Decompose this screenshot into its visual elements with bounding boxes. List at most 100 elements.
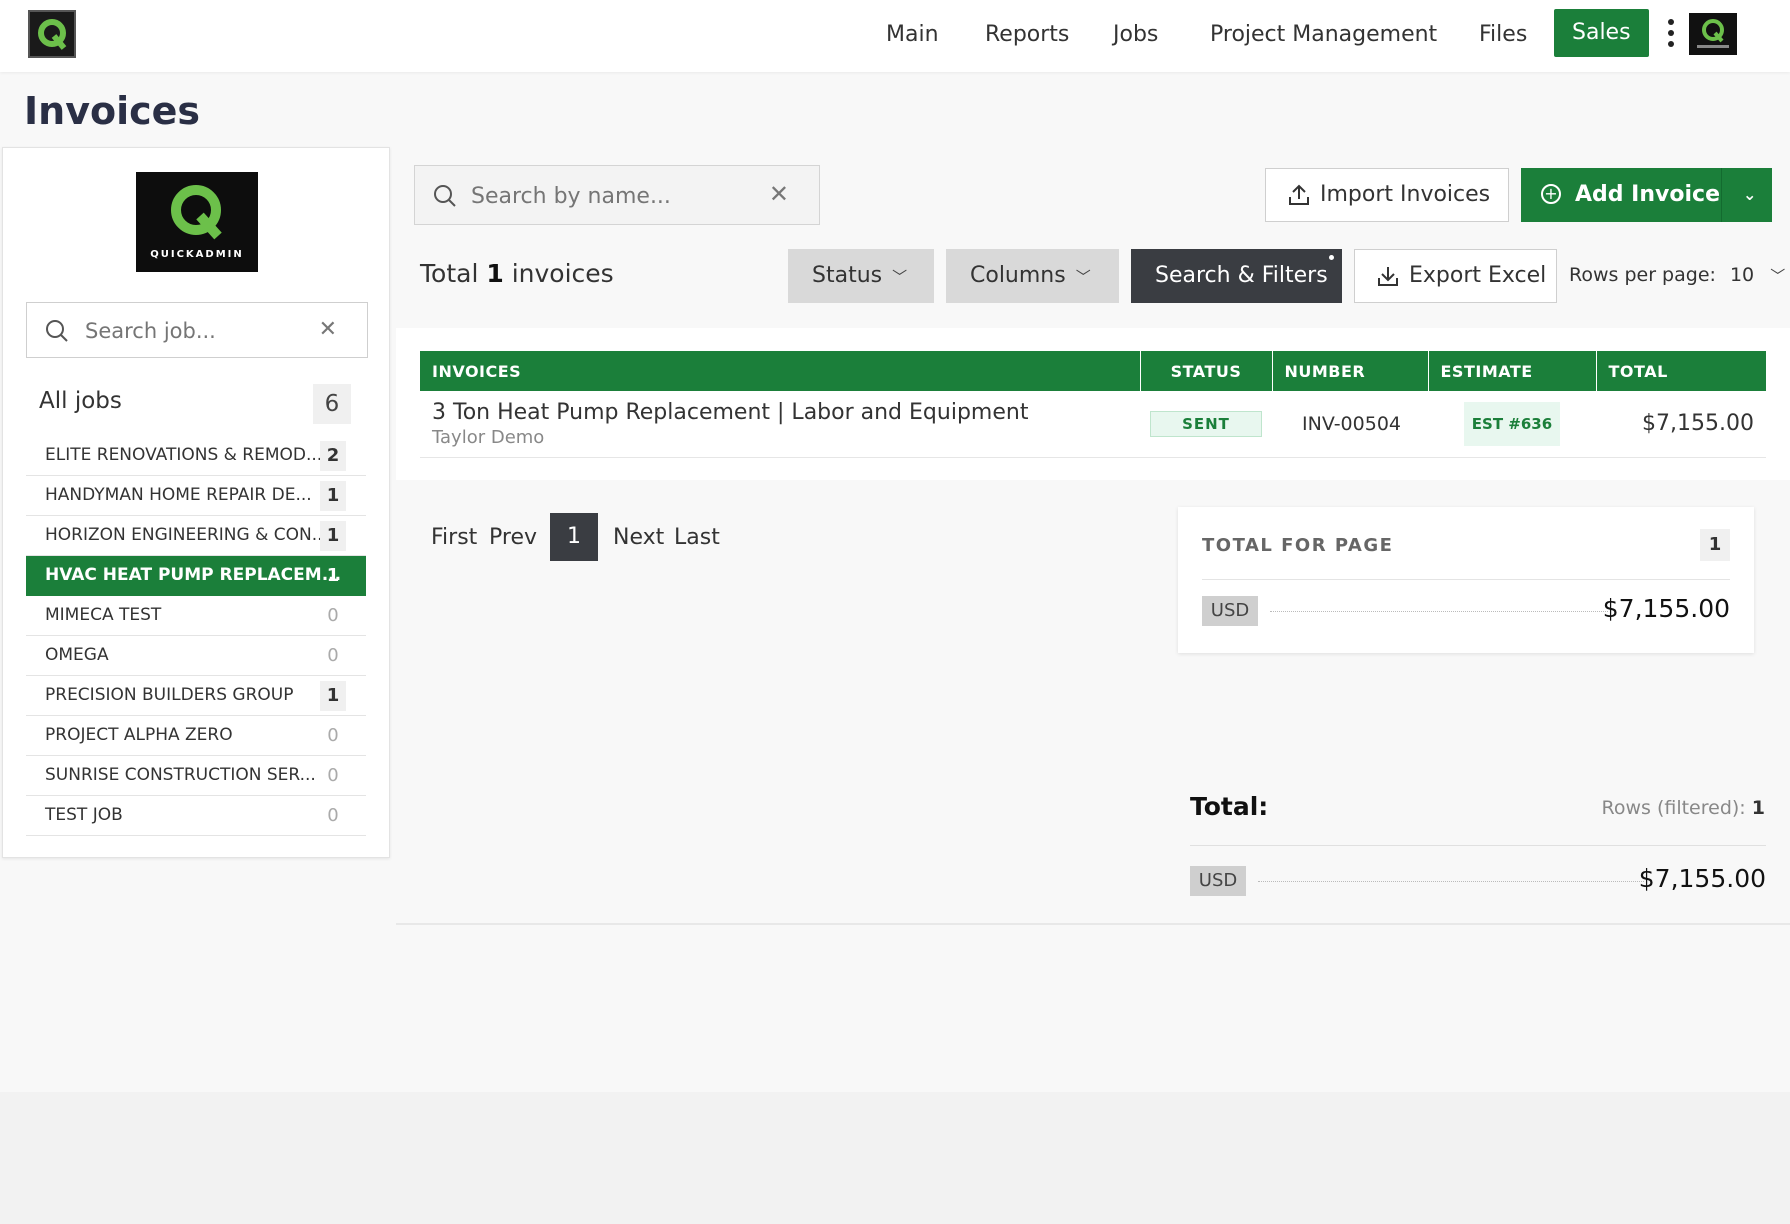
rows-filtered-label: Rows (filtered): xyxy=(1601,797,1746,819)
top-navbar: Main Reports Jobs Project Management Fil… xyxy=(0,0,1790,72)
logo-q-icon xyxy=(171,185,222,240)
chevron-down-icon: ﹀ xyxy=(892,268,908,286)
column-header-total[interactable]: TOTAL xyxy=(1596,351,1766,391)
job-name: TEST JOB xyxy=(45,805,123,825)
download-icon xyxy=(1378,267,1398,286)
invoice-total: $7,155.00 xyxy=(1596,391,1766,458)
job-count: 0 xyxy=(327,645,339,666)
column-header-number[interactable]: NUMBER xyxy=(1272,351,1429,391)
clear-search-icon[interactable]: ✕ xyxy=(769,180,789,208)
dotted-leader xyxy=(1270,611,1608,612)
status-label: Status xyxy=(812,263,883,288)
job-name: HANDYMAN HOME REPAIR DE... xyxy=(45,485,312,505)
rows-filtered: Rows (filtered): 1 xyxy=(1602,797,1766,819)
nav-project-management[interactable]: Project Management xyxy=(1210,13,1437,57)
next-page-link[interactable]: Next xyxy=(613,525,664,550)
job-name: PROJECT ALPHA ZERO xyxy=(45,725,233,745)
job-name: PRECISION BUILDERS GROUP xyxy=(45,685,294,705)
job-name: HORIZON ENGINEERING & CON... xyxy=(45,525,328,545)
rows-per-page-value: 10 xyxy=(1729,264,1755,286)
invoice-title[interactable]: 3 Ton Heat Pump Replacement | Labor and … xyxy=(420,400,1140,425)
column-header-estimate[interactable]: ESTIMATE xyxy=(1428,351,1597,391)
rows-per-page-select[interactable]: Rows per page: 10 ﹀ xyxy=(1569,264,1785,286)
add-invoice-button[interactable]: + Add Invoice ⌄ xyxy=(1521,168,1772,222)
job-list-item[interactable]: SUNRISE CONSTRUCTION SER... 0 xyxy=(26,756,366,796)
job-count: 1 xyxy=(320,681,346,711)
nav-files[interactable]: Files xyxy=(1479,13,1527,57)
import-invoices-label: Import Invoices xyxy=(1320,182,1491,207)
current-page-button[interactable]: 1 xyxy=(550,513,598,561)
job-list-item[interactable]: MIMECA TEST 0 xyxy=(26,596,366,636)
invoices-table: INVOICES STATUS NUMBER ESTIMATE TOTAL 3 … xyxy=(420,351,1766,458)
total-prefix: Total xyxy=(420,259,479,288)
status-badge: SENT xyxy=(1150,410,1262,437)
rows-filtered-count: 1 xyxy=(1751,797,1765,819)
job-count: 1 xyxy=(320,481,346,511)
page-footer-area xyxy=(0,1092,1790,1224)
total-count: 1 xyxy=(486,259,504,288)
divider xyxy=(1190,845,1766,846)
job-list-item[interactable]: PROJECT ALPHA ZERO 0 xyxy=(26,716,366,756)
job-list-item[interactable]: OMEGA 0 xyxy=(26,636,366,676)
prev-page-link[interactable]: Prev xyxy=(489,525,537,550)
search-filters-label: Search & Filters xyxy=(1155,263,1328,288)
job-name: HVAC HEAT PUMP REPLACEM... xyxy=(45,565,342,585)
job-name: ELITE RENOVATIONS & REMOD... xyxy=(45,445,323,465)
nav-reports[interactable]: Reports xyxy=(985,13,1069,57)
job-list: ELITE RENOVATIONS & REMOD... 2 HANDYMAN H… xyxy=(26,436,366,836)
page-total-amount: $7,155.00 xyxy=(1602,594,1730,623)
invoice-search-input[interactable] xyxy=(471,180,751,212)
job-name: MIMECA TEST xyxy=(45,605,162,625)
invoice-number: INV-00504 xyxy=(1272,391,1428,458)
more-menu-icon[interactable] xyxy=(1666,16,1676,52)
chevron-down-icon[interactable]: ⌄ xyxy=(1743,168,1756,222)
invoices-table-container: INVOICES STATUS NUMBER ESTIMATE TOTAL 3 … xyxy=(396,328,1790,480)
button-divider xyxy=(1721,168,1722,222)
nav-sales[interactable]: Sales xyxy=(1554,9,1649,57)
account-avatar[interactable] xyxy=(1689,13,1737,55)
column-header-status[interactable]: STATUS xyxy=(1140,351,1273,391)
search-icon xyxy=(434,185,456,207)
job-list-item[interactable]: HORIZON ENGINEERING & CON... 1 xyxy=(26,516,366,556)
invoice-search-box: ✕ xyxy=(414,165,820,225)
first-page-link[interactable]: First xyxy=(431,525,477,550)
columns-label: Columns xyxy=(970,263,1066,288)
import-invoices-button[interactable]: Import Invoices xyxy=(1265,168,1509,222)
add-invoice-label: Add Invoice xyxy=(1575,182,1720,207)
rows-per-page-label: Rows per page: xyxy=(1569,264,1716,286)
status-filter-button[interactable]: Status ﹀ xyxy=(788,249,934,303)
export-excel-button[interactable]: Export Excel xyxy=(1354,249,1557,303)
job-count: 0 xyxy=(327,605,339,626)
grand-total-label: Total: xyxy=(1190,792,1269,821)
job-list-item[interactable]: ELITE RENOVATIONS & REMOD... 2 xyxy=(26,436,366,476)
last-page-link[interactable]: Last xyxy=(674,525,720,550)
job-count: 0 xyxy=(327,805,339,826)
job-list-item[interactable]: HANDYMAN HOME REPAIR DE... 1 xyxy=(26,476,366,516)
company-logo: QUICKADMIN xyxy=(136,172,258,272)
job-list-item[interactable]: TEST JOB 0 xyxy=(26,796,366,836)
all-jobs-count: 6 xyxy=(313,384,351,424)
clear-search-icon[interactable]: ✕ xyxy=(319,317,337,342)
job-list-item-active[interactable]: HVAC HEAT PUMP REPLACEM... 1 xyxy=(26,556,366,596)
job-sidebar: QUICKADMIN ✕ All jobs 6 ELITE RENOVATION… xyxy=(2,147,390,858)
table-row[interactable]: 3 Ton Heat Pump Replacement | Labor and … xyxy=(420,391,1766,458)
job-name: OMEGA xyxy=(45,645,109,665)
job-list-item[interactable]: PRECISION BUILDERS GROUP 1 xyxy=(26,676,366,716)
search-filters-button[interactable]: Search & Filters xyxy=(1131,249,1342,303)
avatar-logo-icon xyxy=(1697,19,1729,48)
estimate-link[interactable]: EST #636 xyxy=(1464,401,1560,446)
invoice-client: Taylor Demo xyxy=(432,426,545,448)
job-count: 2 xyxy=(320,441,346,471)
nav-jobs[interactable]: Jobs xyxy=(1113,13,1158,57)
job-search-input[interactable] xyxy=(85,315,305,347)
page-totals-count: 1 xyxy=(1700,529,1730,561)
columns-button[interactable]: Columns ﹀ xyxy=(946,249,1119,303)
column-header-invoices[interactable]: INVOICES xyxy=(420,351,1141,391)
brand-name: QUICKADMIN xyxy=(150,249,244,260)
all-jobs-label[interactable]: All jobs xyxy=(39,388,122,414)
currency-tag: USD xyxy=(1202,596,1258,626)
chevron-down-icon: ﹀ xyxy=(1770,267,1786,285)
app-logo[interactable] xyxy=(28,10,76,58)
search-icon xyxy=(46,320,68,342)
nav-main[interactable]: Main xyxy=(886,13,939,57)
